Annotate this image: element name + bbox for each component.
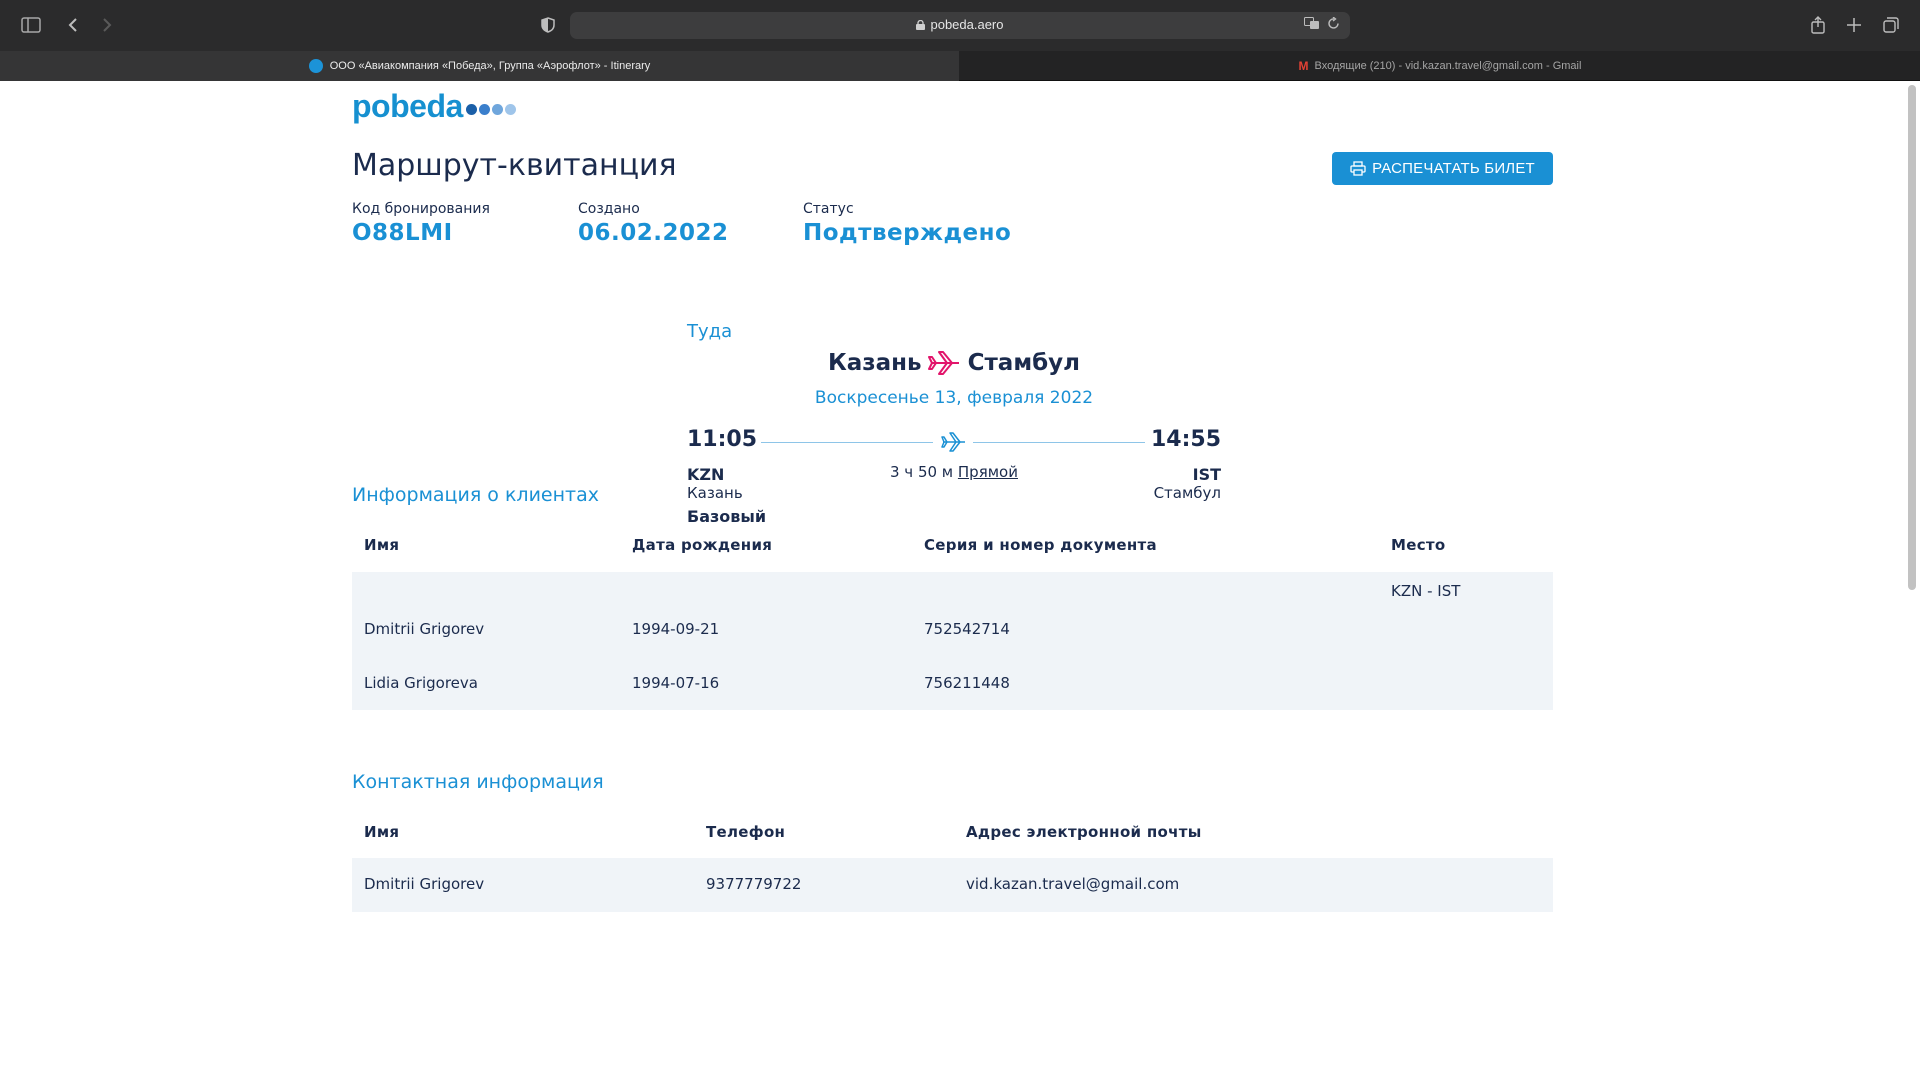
- privacy-shield-icon[interactable]: [533, 12, 563, 38]
- contact-email: vid.kazan.travel@gmail.com: [966, 875, 1180, 893]
- created-value: 06.02.2022: [578, 220, 729, 246]
- flight-duration: 3 ч 50 м: [890, 463, 954, 481]
- col-dob: Дата рождения: [632, 536, 773, 554]
- arrival-airport-code: IST: [1192, 465, 1221, 484]
- created-block: Создано 06.02.2022: [578, 200, 729, 246]
- fare-type: Базовый: [687, 507, 767, 526]
- route-line-left: [761, 442, 933, 443]
- col-email: Адрес электронной почты: [966, 823, 1202, 841]
- direct-flight-link[interactable]: Прямой: [958, 463, 1018, 481]
- logo-text: pobeda: [352, 87, 463, 124]
- client-1-name: Dmitrii Grigorev: [364, 620, 485, 638]
- client-2-doc: 756211448: [924, 674, 1010, 692]
- col-phone: Телефон: [706, 823, 786, 841]
- col-name: Имя: [364, 536, 400, 554]
- forward-icon[interactable]: [92, 12, 122, 38]
- status-label: Статус: [803, 201, 854, 217]
- tab-label: Входящие (210) - vid.kazan.travel@gmail.…: [1314, 60, 1582, 72]
- booking-code-label: Код бронирования: [352, 201, 490, 217]
- route-line-right: [973, 442, 1145, 443]
- gmail-favicon-icon: M: [1298, 59, 1309, 73]
- tab-itinerary[interactable]: ООО «Авиакомпания «Победа», Группа «Аэро…: [0, 51, 959, 81]
- pobeda-logo[interactable]: pobeda: [352, 88, 518, 124]
- contact-phone: 9377779722: [706, 875, 802, 893]
- client-1-doc: 752542714: [924, 620, 1010, 638]
- col-seat: Место: [1391, 536, 1446, 554]
- flight-direction: Туда: [687, 321, 733, 342]
- share-icon[interactable]: [1803, 12, 1833, 38]
- client-2-name: Lidia Grigoreva: [364, 674, 478, 692]
- departure-time: 11:05: [687, 427, 758, 452]
- printer-icon: [1350, 161, 1366, 176]
- col-contact-name: Имя: [364, 823, 400, 841]
- created-label: Создано: [578, 201, 640, 217]
- booking-code-block: Код бронирования O88LMI: [352, 200, 492, 246]
- contact-name: Dmitrii Grigorev: [364, 875, 485, 893]
- reload-icon[interactable]: [1328, 16, 1340, 34]
- print-ticket-button[interactable]: РАСПЕЧАТАТЬ БИЛЕТ: [1332, 152, 1553, 185]
- status-value: Подтверждено: [803, 220, 1012, 246]
- arrival-city: Стамбул: [1153, 484, 1221, 502]
- new-tab-icon[interactable]: [1839, 12, 1869, 38]
- flight-date: Воскресенье 13, февраля 2022: [814, 388, 1094, 408]
- translate-icon[interactable]: [1304, 17, 1320, 34]
- booking-code-value: O88LMI: [352, 220, 453, 246]
- page-title: Маршрут-квитанция: [352, 148, 677, 183]
- departure-airport-code: KZN: [687, 465, 725, 484]
- airplane-icon: [927, 351, 959, 375]
- route-from-city: Казань: [827, 350, 922, 376]
- small-airplane-icon: [941, 432, 965, 452]
- clients-table-body: KZN - IST Dmitrii Grigorev 1994-09-21 75…: [352, 572, 1553, 710]
- route-to-city: Стамбул: [967, 350, 1081, 376]
- client-2-dob: 1994-07-16: [632, 674, 720, 692]
- browser-toolbar: pobeda.aero: [0, 0, 1920, 51]
- pobeda-favicon-icon: [308, 59, 323, 73]
- logo-dots-icon: [465, 103, 518, 115]
- tab-overview-icon[interactable]: [1876, 12, 1906, 38]
- scrollbar[interactable]: [1908, 85, 1916, 590]
- sidebar-toggle-icon[interactable]: [16, 12, 46, 38]
- departure-city: Казань: [687, 484, 743, 502]
- clients-section-title: Информация о клиентах: [352, 484, 599, 506]
- flight-duration-row: 3 ч 50 м Прямой: [687, 463, 1221, 481]
- back-icon[interactable]: [58, 12, 88, 38]
- client-1-dob: 1994-09-21: [632, 620, 720, 638]
- arrival-time: 14:55: [1150, 427, 1221, 452]
- tab-bar: ООО «Авиакомпания «Победа», Группа «Аэро…: [0, 51, 1920, 81]
- lock-icon: [916, 20, 926, 30]
- print-label: РАСПЕЧАТАТЬ БИЛЕТ: [1372, 160, 1535, 177]
- flight-route: Казань Стамбул: [687, 350, 1221, 376]
- status-block: Статус Подтверждено: [803, 200, 1011, 246]
- page-viewport: pobeda Маршрут-квитанция РАСПЕЧАТАТЬ БИЛ…: [0, 81, 1920, 1080]
- address-bar[interactable]: pobeda.aero: [570, 12, 1350, 39]
- tab-gmail[interactable]: M Входящие (210) - vid.kazan.travel@gmai…: [960, 51, 1920, 81]
- seat-segment: KZN - IST: [1391, 582, 1461, 600]
- contacts-section-title: Контактная информация: [352, 771, 604, 793]
- col-document: Серия и номер документа: [924, 536, 1157, 554]
- url-text: pobeda.aero: [930, 17, 1004, 32]
- contacts-table-body: Dmitrii Grigorev 9377779722 vid.kazan.tr…: [352, 858, 1553, 912]
- flight-segment: Туда Казань Стамбул Воскресенье 13, февр…: [687, 321, 1221, 541]
- tab-label: ООО «Авиакомпания «Победа», Группа «Аэро…: [329, 60, 651, 72]
